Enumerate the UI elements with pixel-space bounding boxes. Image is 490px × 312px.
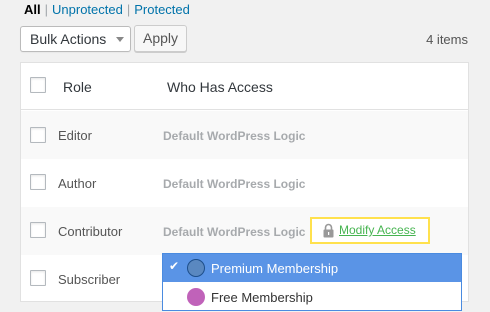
checkmark-icon: ✔ (169, 259, 180, 273)
column-header-access: Who Has Access (167, 79, 273, 95)
apply-button[interactable]: Apply (134, 25, 187, 52)
items-count: 4 items (426, 32, 468, 47)
chevron-down-icon (116, 37, 124, 42)
role-name: Editor (58, 128, 92, 143)
table-row: Editor Default WordPress Logic (21, 111, 468, 159)
membership-option-premium[interactable]: ✔ Premium Membership (163, 254, 461, 282)
table-row: Author Default WordPress Logic (21, 159, 468, 207)
select-all-checkbox[interactable] (30, 77, 46, 93)
membership-color-dot (187, 288, 205, 306)
filter-links: All | Unprotected | Protected (24, 2, 190, 18)
membership-option-label: Free Membership (211, 290, 313, 305)
membership-option-label: Premium Membership (211, 261, 339, 276)
lock-icon (323, 223, 334, 238)
access-value: Default WordPress Logic (163, 225, 306, 239)
row-checkbox[interactable] (30, 127, 46, 143)
membership-option-free[interactable]: Free Membership (163, 283, 461, 311)
row-checkbox[interactable] (30, 270, 46, 286)
modify-access-button[interactable]: Modify Access (310, 217, 430, 244)
filter-unprotected[interactable]: Unprotected (52, 2, 123, 17)
column-header-role[interactable]: Role (63, 79, 92, 95)
role-name: Author (58, 176, 97, 191)
role-name: Contributor (58, 224, 123, 239)
access-value: Default WordPress Logic (163, 129, 306, 143)
row-checkbox[interactable] (30, 222, 46, 238)
filter-separator: | (126, 2, 131, 17)
bulk-actions-value: Bulk Actions (30, 31, 107, 47)
access-value: Default WordPress Logic (163, 177, 306, 191)
row-checkbox[interactable] (30, 174, 46, 190)
table-header: Role Who Has Access (21, 63, 468, 110)
filter-all[interactable]: All (24, 2, 41, 17)
membership-color-dot (187, 259, 205, 277)
filter-separator: | (44, 2, 49, 17)
membership-dropdown[interactable]: ✔ Premium Membership Free Membership (162, 253, 462, 311)
filter-protected[interactable]: Protected (134, 2, 190, 17)
modify-access-link[interactable]: Modify Access (339, 219, 416, 242)
role-name: Subscriber (58, 272, 121, 287)
bulk-actions-select[interactable]: Bulk Actions (20, 26, 131, 52)
